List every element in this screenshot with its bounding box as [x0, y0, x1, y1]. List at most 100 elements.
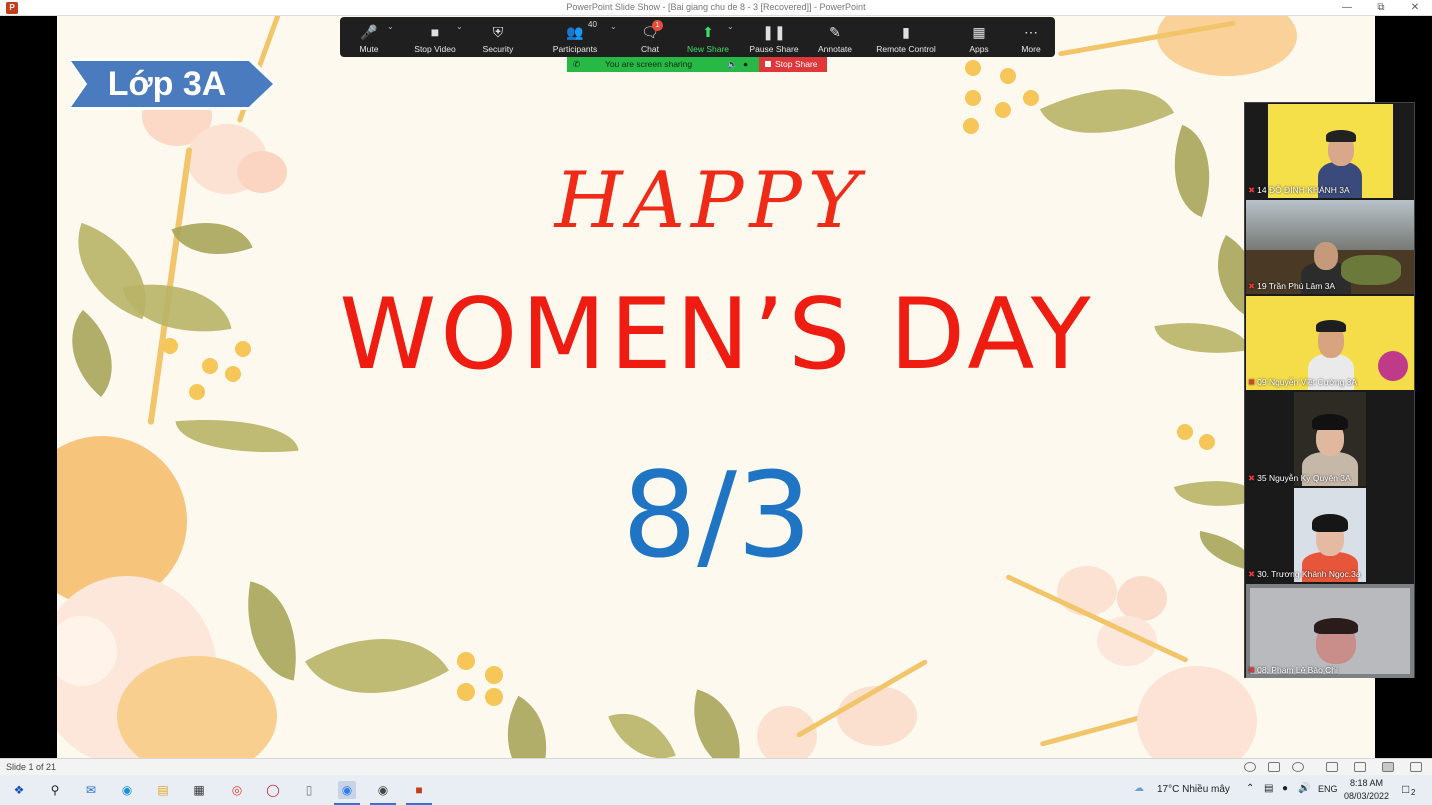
mail-icon[interactable]: ✉ — [82, 781, 100, 799]
remote-control-button[interactable]: ▮ Remote Control — [872, 17, 940, 57]
apps-label: Apps — [969, 44, 989, 54]
video-background — [1341, 255, 1401, 285]
windows-taskbar: ❖ ⚲ ✉ ◉ ▤ ▦ ◎ ◯ ▯ ◉ ◉ ■ ☁ 17°C Nhiều mây… — [0, 775, 1432, 805]
video-feed — [1246, 488, 1414, 582]
remote-control-label: Remote Control — [876, 44, 936, 54]
video-options-chevron-icon[interactable]: ⌄ — [456, 22, 463, 31]
more-dots-icon: ⋯ — [1024, 24, 1038, 40]
slide-sorter-icon[interactable] — [1354, 762, 1366, 772]
apps-button[interactable]: ▦ Apps — [964, 17, 994, 57]
window-titlebar: P PowerPoint Slide Show - [Bai giang chu… — [0, 0, 1432, 16]
video-feed — [1246, 104, 1414, 198]
slide-title-happy: HAPPY — [554, 156, 866, 246]
flower-dot — [457, 652, 475, 670]
previous-slide-icon[interactable] — [1244, 762, 1256, 772]
annotate-label: Annotate — [817, 44, 853, 54]
participant-name: ✖ 08. Phạm Lê Bảo Chi — [1248, 665, 1338, 675]
mute-options-chevron-icon[interactable]: ⌄ — [387, 22, 394, 31]
pause-share-button[interactable]: ❚❚ Pause Share — [748, 17, 800, 57]
video-tile[interactable]: ✖ 14 ĐỖ ĐÌNH KHÁNH 3A — [1246, 104, 1414, 198]
normal-view-icon[interactable] — [1326, 762, 1338, 772]
new-share-button[interactable]: ⬆ New Share — [683, 17, 733, 57]
windows-start-icon[interactable]: ❖ — [10, 781, 28, 799]
chrome-icon[interactable]: ◎ — [228, 781, 246, 799]
app-icon[interactable]: ◉ — [370, 781, 396, 805]
flower-dot — [995, 102, 1011, 118]
mute-button[interactable]: 🎤 Mute — [352, 17, 386, 57]
slide-title-womens-day: WOMEN’S DAY — [339, 278, 1095, 392]
participant-video-panel: ✖ 14 ĐỖ ĐÌNH KHÁNH 3A ✖ 19 Trần Phú Lâm 3A… — [1244, 102, 1415, 678]
restore-button[interactable]: ⧉ — [1364, 0, 1398, 16]
share-screen-icon: ⬆ — [702, 24, 714, 40]
flower-dot — [162, 338, 178, 354]
more-button[interactable]: ⋯ More — [1016, 17, 1046, 57]
notification-count: 2 — [1411, 788, 1416, 797]
video-tile[interactable]: ✖ 09 Nguyễn Việt Cường 3A — [1246, 296, 1414, 390]
screen: P PowerPoint Slide Show - [Bai giang chu… — [0, 0, 1432, 805]
edge-browser-icon[interactable]: ◉ — [118, 781, 136, 799]
flower-dot — [1023, 90, 1039, 106]
leaf — [608, 699, 676, 758]
pencil-icon: ✎ — [829, 24, 841, 40]
annotate-button[interactable]: ✎ Annotate — [814, 17, 856, 57]
letterbox-left — [0, 16, 57, 758]
flower-dot — [485, 688, 503, 706]
video-feed — [1246, 584, 1414, 678]
stop-video-label: Stop Video — [414, 44, 456, 54]
next-slide-icon[interactable] — [1292, 762, 1304, 772]
search-icon[interactable]: ⚲ — [46, 781, 64, 799]
stop-share-button[interactable]: Stop Share — [759, 57, 827, 72]
video-tile[interactable]: ✖ 08. Phạm Lê Bảo Chi — [1246, 584, 1414, 678]
slide-date: 8/3 — [622, 446, 812, 584]
person-hair — [1326, 130, 1356, 142]
video-tile[interactable]: ✖ 30. Trương Khánh Ngọc.3a — [1246, 488, 1414, 582]
show-hidden-icons-chevron-icon[interactable]: ⌃ — [1246, 783, 1254, 794]
participants-label: Participants — [552, 44, 598, 54]
muted-mic-icon: ✖ — [1248, 665, 1256, 675]
document-icon[interactable]: ▯ — [300, 781, 318, 799]
zoom-app-icon[interactable]: ◉ — [334, 781, 360, 805]
screen-sharing-indicator: ✆ You are screen sharing 🔈 ● — [567, 57, 759, 72]
opera-icon[interactable]: ◯ — [264, 781, 282, 799]
minimize-button[interactable]: — — [1330, 0, 1364, 16]
slideshow-status-bar: Slide 1 of 21 — [0, 758, 1432, 775]
video-tile[interactable]: ✖ 19 Trần Phú Lâm 3A — [1246, 200, 1414, 294]
muted-mic-icon: ✖ — [1248, 569, 1256, 579]
participant-name: ✖ 09 Nguyễn Việt Cường 3A — [1248, 377, 1358, 387]
security-button[interactable]: ⛨ Security — [478, 17, 518, 57]
clock-date[interactable]: 08/03/2022 — [1344, 791, 1389, 801]
notes-icon[interactable] — [1268, 762, 1280, 772]
store-icon[interactable]: ▦ — [190, 781, 208, 799]
pause-icon: ❚❚ — [762, 24, 786, 40]
slide-canvas[interactable]: Lớp 3A HAPPY WOMEN’S DAY 8/3 — [57, 16, 1375, 758]
microphone-tray-icon[interactable]: ● — [1282, 783, 1288, 794]
powerpoint-taskbar-icon[interactable]: ■ — [406, 781, 432, 805]
reading-view-icon[interactable] — [1382, 762, 1394, 772]
chat-label: Chat — [641, 44, 659, 54]
participants-options-chevron-icon[interactable]: ⌄ — [610, 22, 617, 31]
flower-petal — [837, 686, 917, 746]
slide-counter: Slide 1 of 21 — [6, 762, 57, 772]
weather-text[interactable]: 17°C Nhiều mây — [1157, 784, 1230, 795]
share-options-chevron-icon[interactable]: ⌄ — [727, 22, 734, 31]
flower-petal — [237, 151, 287, 193]
close-button[interactable]: ✕ — [1398, 0, 1432, 16]
language-indicator[interactable]: ENG — [1318, 784, 1338, 794]
video-feed — [1246, 200, 1414, 294]
file-explorer-icon[interactable]: ▤ — [154, 781, 172, 799]
notification-center-icon[interactable]: □ — [1402, 782, 1409, 796]
flower-petal — [1117, 576, 1167, 621]
video-camera-icon: ■ — [430, 24, 440, 40]
video-tile[interactable]: ✖ 35 Nguyễn Kỳ Quyên 3A — [1246, 392, 1414, 486]
audio-icon: 🔈 — [727, 59, 738, 69]
leaf — [1039, 58, 1175, 164]
participant-name: ✖ 30. Trương Khánh Ngọc.3a — [1248, 569, 1361, 579]
volume-icon[interactable]: 🔊 — [1298, 783, 1310, 794]
flower-dot — [1199, 434, 1215, 450]
leaf — [171, 205, 253, 272]
clock-time[interactable]: 8:18 AM — [1350, 778, 1383, 788]
slideshow-view-icon[interactable] — [1410, 762, 1422, 772]
network-icon[interactable]: ▤ — [1264, 783, 1273, 794]
person-hair — [1314, 618, 1358, 634]
stop-video-button[interactable]: ■ Stop Video — [410, 17, 460, 57]
